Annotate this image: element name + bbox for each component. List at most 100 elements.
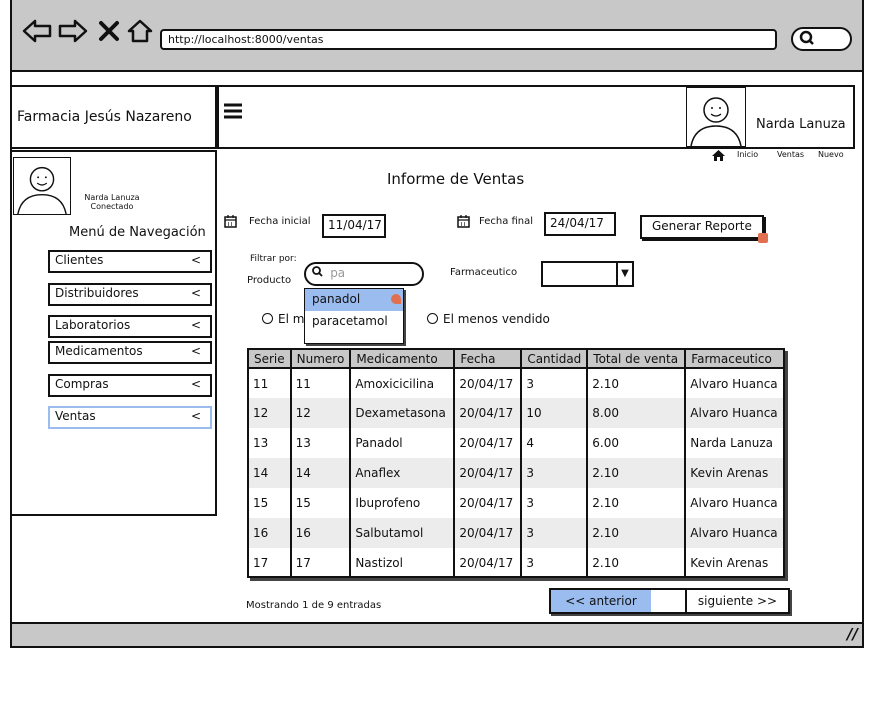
col-cantidad[interactable]: Cantidad (521, 350, 589, 369)
breadcrumb-inicio[interactable]: Inicio (737, 150, 758, 159)
generate-report-button[interactable]: Generar Reporte (640, 215, 768, 243)
producto-search-input[interactable]: pa (304, 262, 424, 286)
cell: 13 (290, 428, 352, 458)
cell: 20/04/17 (454, 458, 523, 488)
back-icon[interactable] (22, 18, 52, 50)
sidebar-user-name: Narda Lanuza (84, 193, 140, 202)
cell: 20/04/17 (454, 398, 523, 428)
cursor-marker-icon (758, 233, 768, 243)
cell: Alvaro Huanca (685, 398, 783, 428)
cell: 3 (521, 368, 589, 398)
cell: 2.10 (587, 458, 687, 488)
sales-table: Serie Numero Medicamento Fecha Cantidad … (247, 348, 785, 578)
sidebar-item-label: Medicamentos (55, 344, 143, 358)
table-row[interactable]: 12 12 Dexametasona 20/04/17 10 8.00 Alvaro Hua… (249, 398, 783, 428)
cell: 14 (290, 458, 352, 488)
farmaceutico-select[interactable]: ▼ (541, 261, 634, 287)
sidebar-item-laboratorios[interactable]: Laboratorios < (48, 315, 212, 338)
menu-title: Menú de Navegación (69, 225, 206, 240)
sidebar-item-label: Compras (55, 377, 109, 391)
cell: 11 (249, 368, 292, 398)
cell: 3 (521, 488, 589, 518)
chevron-down-icon[interactable]: ▼ (616, 263, 632, 285)
cell: 6.00 (587, 428, 687, 458)
sidebar-item-compras[interactable]: Compras < (48, 374, 212, 397)
sidebar-item-medicamentos[interactable]: Medicamentos < (48, 341, 212, 364)
home-outline-icon[interactable] (126, 18, 154, 50)
browser-search[interactable] (791, 27, 852, 51)
autocomplete-option-panadol[interactable]: panadol (305, 289, 403, 311)
sidebar-avatar (13, 157, 71, 215)
cell: 16 (290, 518, 352, 548)
radio-least-sold[interactable]: El menos vendido (427, 312, 550, 326)
browser-statusbar: // (10, 622, 864, 648)
filter-label: Filtrar por: (250, 254, 297, 264)
table-row[interactable]: 14 14 Anaflex 20/04/17 3 2.10 Kevin Arenas (249, 458, 783, 488)
table-row[interactable]: 15 15 Ibuprofeno 20/04/17 3 2.10 Alvaro Huanca (249, 488, 783, 518)
url-bar[interactable]: http://localhost:8000/ventas (160, 29, 777, 50)
avatar[interactable] (686, 87, 746, 147)
page-title: Informe de Ventas (387, 170, 525, 188)
fecha-inicial-field[interactable]: 11/04/17 (322, 214, 386, 238)
producto-input-value: pa (330, 266, 346, 280)
cell: Ibuprofeno (350, 488, 456, 518)
col-numero[interactable]: Numero (290, 350, 352, 369)
option-label: panadol (312, 292, 361, 306)
cell: Amoxicicilina (350, 368, 456, 398)
prev-page-button[interactable]: << anterior (551, 590, 651, 612)
option-label: paracetamol (312, 314, 388, 328)
cell: Alvaro Huanca (685, 518, 783, 548)
fecha-final-field[interactable]: 24/04/17 (544, 212, 616, 236)
forward-icon[interactable] (58, 18, 88, 50)
sidebar-item-ventas[interactable]: Ventas < (48, 406, 212, 429)
breadcrumb-nuevo[interactable]: Nuevo (818, 150, 844, 159)
sidebar-item-label: Distribuidores (55, 286, 139, 300)
radio-circle[interactable] (427, 313, 438, 324)
pagination: << anterior siguiente >> (549, 588, 790, 614)
col-fecha[interactable]: Fecha (454, 350, 523, 369)
hamburger-icon[interactable] (223, 102, 243, 125)
cell: 17 (290, 548, 352, 578)
cell: 3 (521, 518, 589, 548)
cell: 2.10 (587, 488, 687, 518)
radio-most-sold[interactable]: El m (262, 312, 304, 326)
calendar-icon (457, 215, 470, 231)
cell: 16 (249, 518, 292, 548)
col-total[interactable]: Total de venta (587, 350, 687, 369)
breadcrumb-ventas[interactable]: Ventas (777, 150, 804, 159)
entries-info: Mostrando 1 de 9 entradas (246, 600, 382, 611)
cursor-marker-icon (391, 294, 401, 304)
col-serie[interactable]: Serie (249, 350, 292, 369)
sidebar-item-label: Ventas (55, 409, 96, 423)
col-medicamento[interactable]: Medicamento (350, 350, 456, 369)
fecha-final-label: Fecha final (479, 216, 534, 227)
user-name[interactable]: Narda Lanuza (756, 117, 846, 132)
sidebar-user-status: Conectado (90, 202, 134, 211)
table-row[interactable]: 17 17 Nastizol 20/04/17 3 2.10 Kevin Arenas (249, 548, 783, 578)
cell: 2.10 (587, 518, 687, 548)
chevron-left-icon: < (190, 409, 201, 423)
close-icon[interactable] (98, 18, 120, 50)
cell: 2.10 (587, 368, 687, 398)
sidebar-item-distribuidores[interactable]: Distribuidores < (48, 283, 212, 306)
radio-most-label: El m (278, 312, 305, 326)
sidebar-item-clientes[interactable]: Clientes < (48, 250, 212, 273)
chevron-left-icon: < (190, 286, 201, 300)
cell: Alvaro Huanca (690, 496, 778, 510)
cell: Anaflex (350, 458, 456, 488)
autocomplete-option-paracetamol[interactable]: paracetamol (305, 311, 403, 333)
home-icon[interactable] (712, 150, 725, 163)
cell: 4 (521, 428, 589, 458)
producto-label: Producto (247, 275, 292, 286)
next-page-button[interactable]: siguiente >> (685, 590, 788, 612)
radio-circle[interactable] (262, 313, 273, 324)
col-farmaceutico[interactable]: Farmaceutico (685, 350, 783, 369)
cell: 20/04/17 (454, 488, 523, 518)
table-row[interactable]: 16 16 Salbutamol 20/04/17 3 2.10 Alvaro Huanca (249, 518, 783, 548)
resize-grip-icon[interactable]: // (847, 625, 858, 643)
cell: 14 (249, 458, 292, 488)
table-row[interactable]: 13 13 Panadol 20/04/17 4 6.00 Narda Lanuza (249, 428, 783, 458)
brand-title: Farmacia Jesús Nazareno (10, 85, 217, 149)
table-row[interactable]: 11 11 Amoxicicilina 20/04/17 3 2.10 Alvaro Hua… (249, 368, 783, 398)
cell: 2.10 (587, 548, 687, 578)
